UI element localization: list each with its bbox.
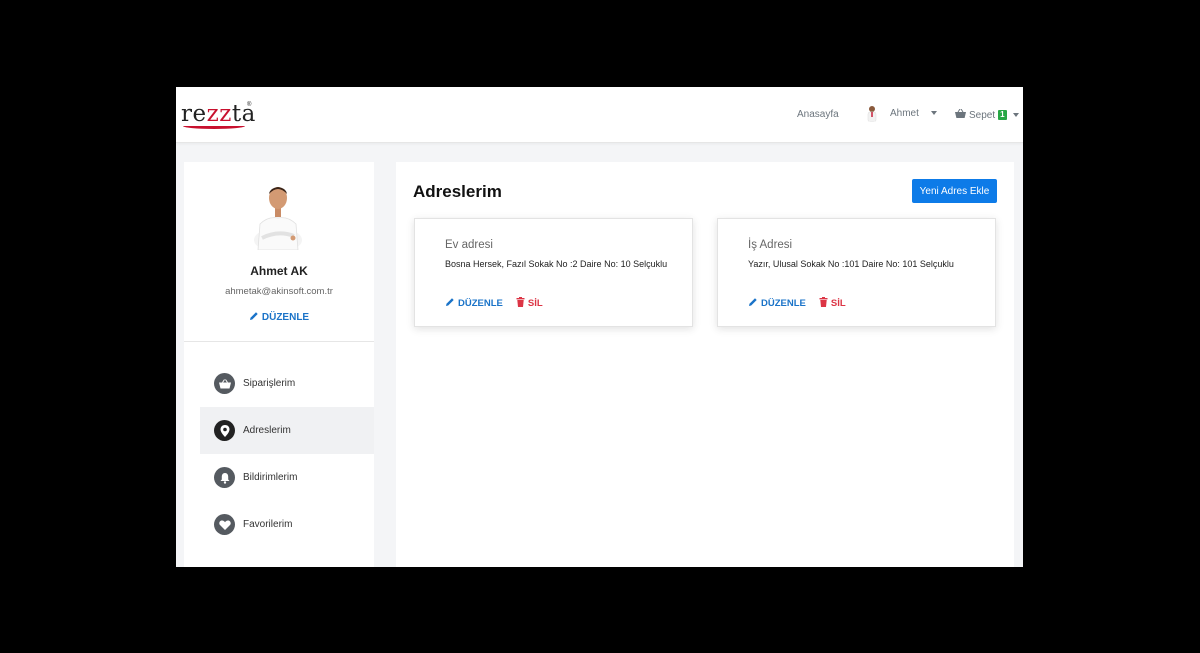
sidebar-item-orders[interactable]: Siparişlerim: [200, 360, 374, 407]
profile-name: Ahmet AK: [250, 264, 308, 278]
trash-icon: [516, 297, 525, 310]
address-card: Ev adresi Bosna Hersek, Fazıl Sokak No :…: [414, 218, 693, 327]
profile-photo: [248, 180, 308, 252]
edit-address-button[interactable]: DÜZENLE: [748, 297, 806, 310]
edit-profile-button[interactable]: DÜZENLE: [184, 311, 374, 324]
delete-address-button[interactable]: SİL: [516, 297, 543, 310]
sidebar-item-label: Bildirimlerim: [243, 472, 298, 483]
app-window: rezzta ® Anasayfa Ahmet Sepet 1 Ahmet AK…: [176, 87, 1023, 567]
address-card: İş Adresi Yazır, Ulusal Sokak No :101 Da…: [717, 218, 996, 327]
cart-dropdown[interactable]: Sepet 1: [955, 108, 1019, 121]
heart-icon: [214, 514, 235, 535]
sidebar-item-label: Siparişlerim: [243, 378, 296, 389]
edit-label: DÜZENLE: [458, 298, 503, 309]
pencil-icon: [748, 297, 758, 310]
sidebar-item-label: Favorilerim: [243, 519, 293, 530]
chevron-down-icon: [1012, 113, 1019, 117]
cart-count-badge: 1: [998, 110, 1007, 120]
main-content: Adreslerim Yeni Adres Ekle Ev adresi Bos…: [396, 162, 1014, 567]
profile-email: ahmetak@akinsoft.com.tr: [225, 286, 333, 297]
address-actions: DÜZENLE SİL: [445, 297, 543, 310]
sidebar-item-label: Adreslerim: [243, 425, 291, 436]
sidebar-item-favorites[interactable]: Favorilerim: [200, 501, 374, 548]
chevron-down-icon: [930, 111, 937, 115]
user-avatar: [863, 104, 881, 122]
user-name: Ahmet: [890, 107, 919, 119]
user-menu-dropdown[interactable]: Ahmet: [863, 104, 937, 122]
delete-label: SİL: [527, 298, 543, 309]
address-title: İş Adresi: [748, 239, 793, 251]
sidebar: Ahmet AK ahmetak@akinsoft.com.tr DÜZENLE…: [184, 162, 374, 567]
sidebar-item-notifications[interactable]: Bildirimlerim: [200, 454, 374, 501]
pencil-icon: [249, 311, 259, 324]
address-text: Yazır, Ulusal Sokak No :101 Daire No: 10…: [748, 259, 954, 269]
page-title: Adreslerim: [413, 182, 502, 201]
account-menu: Siparişlerim Adreslerim Bildirimlerim Fa…: [200, 360, 374, 548]
basket-icon: [214, 373, 235, 394]
nav-home-link[interactable]: Anasayfa: [797, 109, 839, 120]
edit-address-button[interactable]: DÜZENLE: [445, 297, 503, 310]
delete-address-button[interactable]: SİL: [819, 297, 846, 310]
pencil-icon: [445, 297, 455, 310]
delete-label: SİL: [830, 298, 846, 309]
logo-swoosh: [183, 123, 245, 129]
edit-label: DÜZENLE: [761, 298, 806, 309]
map-pin-icon: [214, 420, 235, 441]
sidebar-item-addresses[interactable]: Adreslerim: [200, 407, 374, 454]
trash-icon: [819, 297, 828, 310]
address-title: Ev adresi: [445, 239, 493, 251]
edit-profile-label: DÜZENLE: [261, 312, 310, 323]
bell-icon: [214, 467, 235, 488]
cart-label: Sepet: [969, 109, 996, 121]
basket-icon: [955, 108, 966, 121]
address-actions: DÜZENLE SİL: [748, 297, 846, 310]
address-text: Bosna Hersek, Fazıl Sokak No :2 Daire No…: [445, 259, 668, 269]
rezzta-logo[interactable]: rezzta ®: [181, 99, 255, 129]
add-address-button[interactable]: Yeni Adres Ekle: [912, 179, 997, 203]
top-navbar: rezzta ® Anasayfa Ahmet Sepet 1: [176, 87, 1023, 143]
profile-card: Ahmet AK ahmetak@akinsoft.com.tr DÜZENLE: [184, 162, 374, 342]
